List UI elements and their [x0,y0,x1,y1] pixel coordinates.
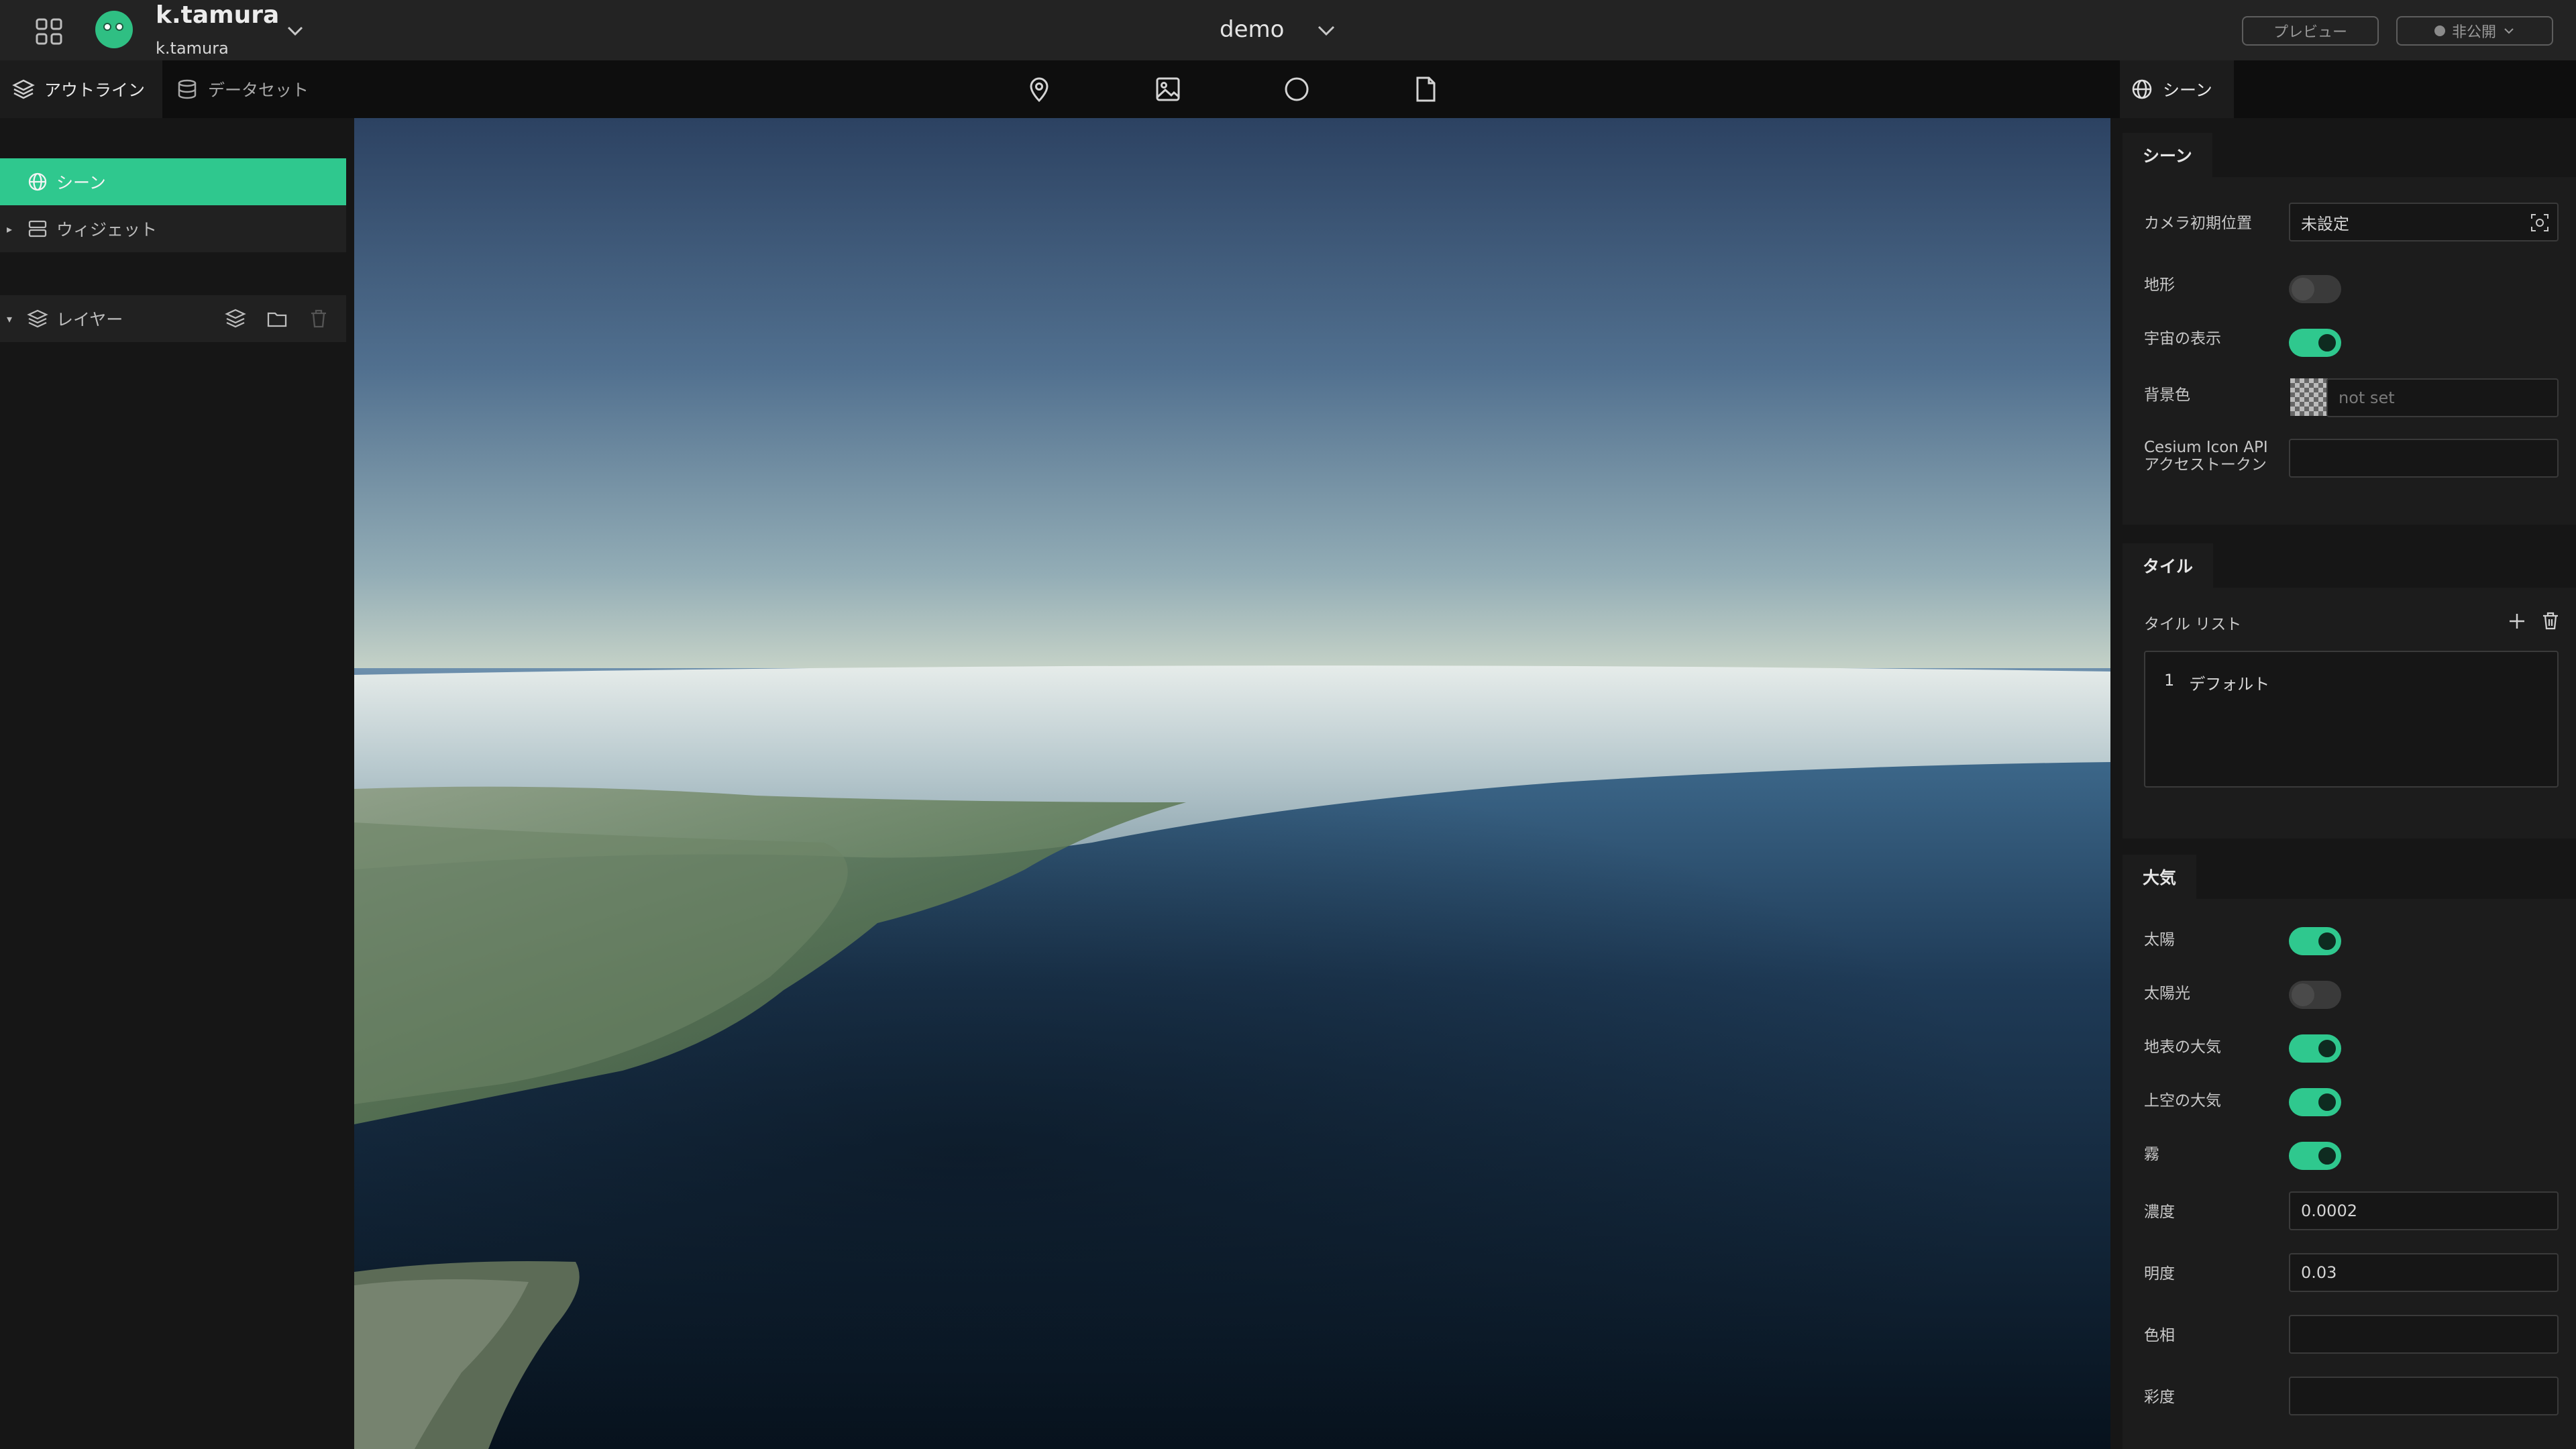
publish-label: 非公開 [2451,24,2496,41]
sky-atmosphere-label: 上空の大気 [2144,1092,2221,1110]
tab-dataset[interactable]: データセット [164,60,325,118]
outline-item-label: レイヤー [56,310,123,329]
saturation-label: 彩度 [2144,1389,2175,1406]
tab-outline-label: アウトライン [44,80,146,100]
trash-icon[interactable] [307,307,330,330]
list-item[interactable]: 1 デフォルト [2164,671,2269,694]
status-dot-icon [2434,25,2445,36]
sun-toggle[interactable] [2289,927,2341,955]
top-header: k.tamura k.tamura demo プレビュー 非公開 [0,0,2576,60]
ground-atmosphere-label: 地表の大気 [2144,1038,2221,1056]
user-workspace: k.tamura [156,39,229,58]
avatar[interactable] [95,11,133,48]
sky-atmosphere-toggle[interactable] [2289,1088,2341,1116]
user-name[interactable]: k.tamura [156,1,279,29]
outline-item-widget[interactable]: ▸ ウィジェット [0,205,346,252]
hue-input[interactable] [2289,1315,2559,1354]
access-token-input[interactable] [2289,439,2559,478]
outline-panel: シーン ▸ ウィジェット ▾ レイヤー [0,118,350,1449]
globe-icon [2132,79,2152,99]
token-label: Cesium Icon API アクセストークン [2144,439,2268,474]
space-toggle[interactable] [2289,329,2341,357]
add-tile-icon[interactable] [2506,610,2528,636]
circle-icon[interactable] [1283,75,1311,103]
hue-label: 色相 [2144,1327,2175,1344]
fog-label: 霧 [2144,1146,2159,1163]
tab-dataset-label: データセット [208,80,309,100]
map-pin-icon[interactable] [1025,75,1053,103]
terrain-toggle[interactable] [2289,275,2341,303]
sunlight-toggle[interactable] [2289,981,2341,1009]
chevron-down-icon [2504,28,2514,34]
outline-item-label: シーン [56,173,106,193]
tile-index: 1 [2164,671,2175,690]
properties-panel: シーン カメラ初期位置 未設定 地形 宇宙の表示 背景色 not set Ces… [2118,118,2576,1449]
section-title: タイル [2123,543,2214,588]
tab-outline[interactable]: アウトライン [0,60,162,118]
preview-button[interactable]: プレビュー [2242,16,2379,46]
project-name[interactable]: demo [1220,16,1284,43]
sun-label: 太陽 [2144,931,2175,949]
camera-value: 未設定 [2301,214,2349,233]
scene-section: シーン カメラ初期位置 未設定 地形 宇宙の表示 背景色 not set Ces… [2123,133,2576,525]
publish-status-button[interactable]: 非公開 [2396,16,2553,46]
camera-label: カメラ初期位置 [2144,215,2252,232]
saturation-input[interactable] [2289,1377,2559,1415]
tile-section: タイル タイル リスト 1 デフォルト [2123,543,2576,839]
trash-icon[interactable] [2540,610,2561,636]
tile-name: デフォルト [2189,675,2270,694]
bg-placeholder: not set [2339,388,2395,407]
section-title: シーン [2123,133,2212,177]
image-icon[interactable] [1154,75,1182,103]
layers-icon [12,79,35,99]
background-color-field[interactable]: not set [2326,378,2559,417]
brightness-value: 0.03 [2301,1263,2337,1282]
brightness-input[interactable]: 0.03 [2289,1253,2559,1292]
caret-right-icon[interactable]: ▸ [0,223,19,235]
tile-list-label: タイル リスト [2144,616,2242,633]
apps-grid-icon[interactable] [35,17,63,46]
density-value: 0.0002 [2301,1201,2357,1220]
chevron-down-icon[interactable] [1315,19,1338,42]
widget-icon [28,220,47,237]
tile-list: 1 デフォルト [2144,651,2559,788]
fog-toggle[interactable] [2289,1142,2341,1170]
outline-item-layer[interactable]: ▾ レイヤー [0,295,346,342]
section-title: 大気 [2123,855,2197,899]
token-label-line2: アクセストークン [2144,456,2267,474]
map-viewport[interactable] [354,118,2110,1449]
ground-atmosphere-toggle[interactable] [2289,1034,2341,1063]
density-input[interactable]: 0.0002 [2289,1191,2559,1230]
file-icon[interactable] [1411,75,1440,103]
atmosphere-section: 大気 太陽 太陽光 地表の大気 上空の大気 霧 濃度 0.0002 明度 0.0… [2123,855,2576,1449]
earth-scene [354,118,2110,1449]
background-color-label: 背景色 [2144,386,2190,404]
chevron-down-icon[interactable] [284,20,306,42]
database-icon [178,79,197,99]
color-swatch[interactable] [2290,378,2328,416]
space-label: 宇宙の表示 [2144,330,2221,347]
folder-icon[interactable] [266,307,288,330]
caret-down-icon[interactable]: ▾ [0,313,19,325]
add-layer-icon[interactable] [224,307,247,330]
brightness-label: 明度 [2144,1265,2175,1283]
camera-position-field[interactable]: 未設定 [2289,203,2559,241]
terrain-label: 地形 [2144,276,2175,294]
camera-capture-icon[interactable] [2529,212,2551,233]
tab-scene-label: シーン [2163,80,2212,100]
toolbar: アウトライン データセット シーン [0,60,2576,118]
outline-item-label: ウィジェット [56,220,158,239]
globe-icon [28,172,47,191]
layers-icon [27,309,48,328]
density-label: 濃度 [2144,1203,2175,1221]
token-label-line1: Cesium Icon API [2144,439,2268,456]
tab-scene-properties[interactable]: シーン [2120,60,2234,118]
sunlight-label: 太陽光 [2144,985,2190,1002]
outline-item-scene[interactable]: シーン [0,158,346,205]
